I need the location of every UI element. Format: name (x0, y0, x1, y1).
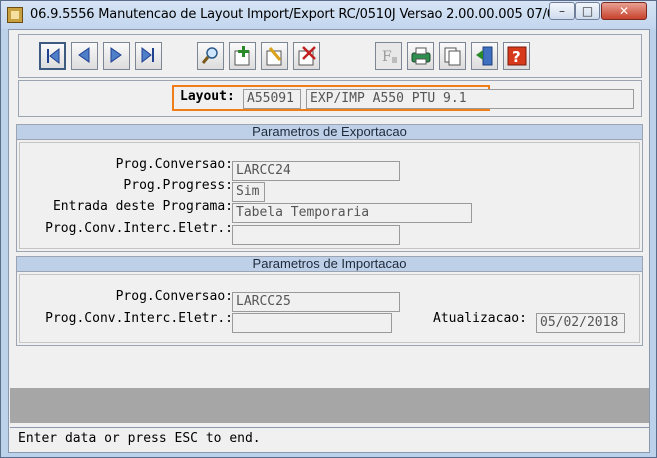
layout-description-field[interactable]: EXP/IMP A550 PTU 9.1 (306, 89, 634, 109)
svg-text:F: F (382, 49, 392, 65)
import-prog-conv-interc-label: Prog.Conv.Interc.Eletr.: (45, 311, 233, 326)
previous-record-icon (78, 47, 90, 63)
layout-label: Layout: (180, 89, 235, 104)
help-button[interactable]: ? (503, 42, 530, 70)
delete-icon (298, 46, 316, 66)
export-section-body: Prog.Conversao: LARCC24 Prog.Progress: S… (19, 142, 640, 249)
exit-button[interactable] (471, 42, 498, 70)
edit-icon (266, 47, 282, 66)
filter-button[interactable]: F (375, 42, 402, 70)
copy-icon (444, 47, 461, 66)
help-icon: ? (507, 46, 527, 66)
import-prog-conversao-label: Prog.Conversao: (115, 289, 233, 304)
app-icon (7, 7, 23, 23)
application-window: 06.9.5556 Manutencao de Layout Import/Ex… (0, 0, 657, 458)
export-entrada-field[interactable]: Tabela Temporaria (232, 203, 472, 223)
first-record-button[interactable] (39, 42, 66, 70)
svg-text:?: ? (512, 48, 521, 66)
toolbar: F ? (18, 34, 642, 78)
first-record-icon (47, 47, 60, 65)
search-button[interactable] (197, 42, 224, 70)
status-bar: Enter data or press ESC to end. (10, 427, 649, 451)
layout-code-field[interactable]: A55091 (243, 89, 301, 109)
export-prog-conversao-field[interactable]: LARCC24 (232, 161, 400, 181)
import-prog-conv-interc-field[interactable] (232, 313, 392, 333)
layout-panel: Layout: A55091 EXP/IMP A550 PTU 9.1 (18, 80, 642, 117)
last-record-button[interactable] (135, 42, 162, 70)
export-section-header: Parametros de Exportacao (17, 125, 642, 140)
export-prog-progress-label: Prog.Progress: (123, 178, 233, 193)
add-button[interactable] (229, 42, 256, 70)
previous-record-button[interactable] (71, 42, 98, 70)
bottom-gray-panel (10, 388, 649, 423)
export-entrada-label: Entrada deste Programa: (52, 199, 233, 214)
next-record-icon (110, 47, 122, 63)
edit-button[interactable] (261, 42, 288, 70)
import-prog-conversao-field[interactable]: LARCC25 (232, 292, 400, 312)
close-button[interactable]: ✕ (601, 2, 647, 20)
print-button[interactable] (407, 42, 434, 70)
import-atualizacao-label: Atualizacao: (433, 311, 527, 326)
copy-button[interactable] (439, 42, 466, 70)
delete-button[interactable] (293, 42, 320, 70)
export-prog-conversao-label: Prog.Conversao: (115, 157, 233, 172)
add-icon (234, 46, 250, 66)
import-section: Parametros de Importacao Prog.Conversao:… (16, 256, 643, 346)
export-prog-conv-interc-label: Prog.Conv.Interc.Eletr.: (45, 221, 233, 236)
print-icon (411, 47, 431, 65)
filter-icon: F (382, 49, 397, 65)
search-icon (201, 47, 218, 64)
title-bar[interactable]: 06.9.5556 Manutencao de Layout Import/Ex… (1, 1, 656, 29)
import-atualizacao-field[interactable]: 05/02/2018 (536, 313, 625, 333)
client-area: F ? Layout: A55091 EXP/IMP A550 PTU 9.1 (8, 29, 650, 453)
import-section-body: Prog.Conversao: LARCC25 Prog.Conv.Interc… (19, 274, 640, 343)
maximize-button[interactable]: □ (575, 2, 600, 20)
import-section-header: Parametros de Importacao (17, 257, 642, 272)
export-section: Parametros de Exportacao Prog.Conversao:… (16, 124, 643, 252)
export-prog-conv-interc-field[interactable] (232, 225, 400, 245)
minimize-button[interactable]: – (549, 2, 575, 20)
exit-icon (476, 46, 493, 66)
next-record-button[interactable] (103, 42, 130, 70)
last-record-icon (141, 46, 154, 64)
export-prog-progress-field[interactable]: Sim (232, 182, 265, 202)
